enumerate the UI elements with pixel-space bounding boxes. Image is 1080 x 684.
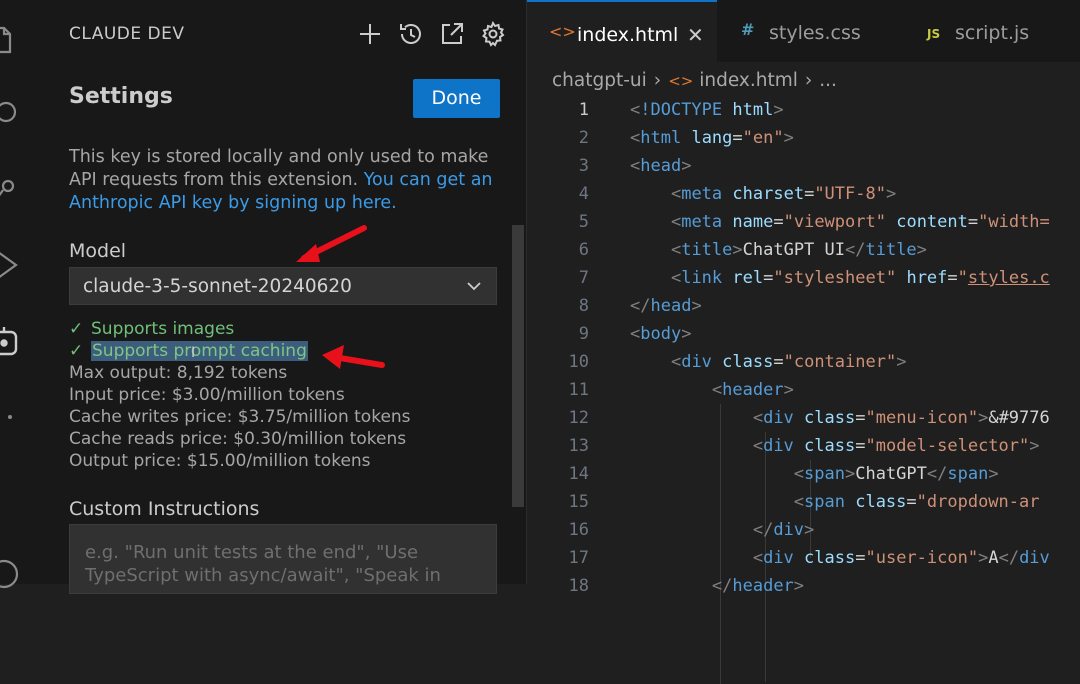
breadcrumb-file[interactable]: index.html — [699, 70, 798, 91]
html-file-icon: <> — [549, 22, 576, 41]
claude-dev-panel: CLAUDE DEV Settings Done This key is sto… — [40, 0, 527, 594]
code-line: 3 <head> — [578, 156, 692, 176]
panel-title: CLAUDE DEV — [69, 24, 185, 44]
breadcrumb-symbol[interactable]: ... — [819, 70, 837, 91]
done-button[interactable]: Done — [413, 79, 500, 118]
chevron-down-icon — [464, 276, 484, 296]
breadcrumb-folder[interactable]: chatgpt-ui — [552, 70, 647, 91]
js-file-icon: JS — [927, 27, 941, 41]
code-editor: <> index.html ✕ # styles.css JS script.j… — [527, 0, 1080, 684]
settings-heading: Settings — [69, 84, 173, 109]
code-line: 11 <header> — [568, 380, 794, 400]
selected-text: Supports prompt caching — [91, 341, 308, 361]
text-cursor-icon: I — [191, 345, 196, 361]
code-line: 16 </div> — [568, 520, 815, 540]
source-control-icon[interactable] — [0, 172, 20, 206]
code-line: 10 <div class="container"> — [568, 352, 907, 372]
code-line: 7 <link rel="stylesheet" href="styles.c — [578, 268, 1050, 288]
claude-dev-icon[interactable] — [0, 324, 20, 358]
code-line: 1 <!DOCTYPE html> — [578, 100, 784, 120]
code-line: 2 <html lang="en"> — [578, 128, 794, 148]
account-icon[interactable] — [0, 556, 20, 590]
open-in-editor-icon[interactable] — [438, 20, 466, 48]
info-input-price: Input price: $3.00/million tokens — [69, 385, 345, 405]
code-line: 6 <title>ChatGPT UI</title> — [578, 240, 927, 260]
custom-instructions-label: Custom Instructions — [69, 498, 260, 520]
code-line: 8 </head> — [578, 296, 702, 316]
model-label: Model — [69, 240, 127, 262]
code-line: 17 <div class="user-icon">A</div — [568, 548, 1050, 568]
code-line: 15 <span class="dropdown-ar — [568, 492, 1040, 512]
info-cache-writes-price: Cache writes price: $3.75/million tokens — [69, 407, 411, 427]
html-file-icon: <> — [668, 72, 694, 90]
api-key-note: This key is stored locally and only used… — [69, 146, 499, 215]
css-file-icon: # — [741, 20, 755, 39]
settings-gear-icon[interactable] — [479, 20, 507, 48]
tab-styles-css[interactable]: # styles.css — [717, 0, 903, 62]
history-icon[interactable] — [397, 20, 425, 48]
model-dropdown[interactable]: claude-3-5-sonnet-20240620 — [69, 267, 497, 305]
capability-images: ✓ Supports images — [69, 319, 235, 339]
model-info: ✓ Supports images ✓ Supports prompt cachin… — [69, 318, 411, 472]
tab-script-js[interactable]: JS script.js — [903, 0, 1080, 62]
code-line: 4 <meta charset="UTF-8"> — [578, 184, 897, 204]
new-task-icon[interactable] — [356, 20, 384, 48]
more-icon[interactable] — [0, 400, 20, 434]
info-cache-reads-price: Cache reads price: $0.30/million tokens — [69, 429, 407, 449]
explorer-icon[interactable] — [0, 24, 20, 58]
code-line: 14 <span>ChatGPT</span> — [568, 464, 999, 484]
annotation-arrow-icon — [322, 345, 385, 369]
check-icon: ✓ — [69, 341, 84, 361]
annotation-arrow-icon — [296, 225, 367, 262]
breadcrumb: chatgpt-ui › <> index.html ›... — [552, 70, 837, 91]
model-selected-value: claude-3-5-sonnet-20240620 — [83, 276, 352, 297]
check-icon: ✓ — [69, 319, 84, 339]
search-icon[interactable] — [0, 96, 20, 130]
code-line: 13 <div class="model-selector"> — [568, 436, 1040, 456]
code-line: 9 <body> — [578, 324, 692, 344]
code-line: 12 <div class="menu-icon">&#9776 — [568, 408, 1050, 428]
info-output-price: Output price: $15.00/million tokens — [69, 451, 371, 471]
tab-index-html[interactable]: <> index.html ✕ — [527, 0, 717, 62]
activity-bar — [0, 0, 40, 589]
code-line: 5 <meta name="viewport" content="width= — [578, 212, 1050, 232]
sidebar-scrollbar[interactable] — [512, 225, 524, 507]
code-line: 18 </header> — [568, 576, 805, 596]
run-debug-icon[interactable] — [0, 248, 20, 282]
close-icon[interactable]: ✕ — [687, 23, 704, 47]
editor-tabs: <> index.html ✕ # styles.css JS script.j… — [527, 0, 1080, 62]
